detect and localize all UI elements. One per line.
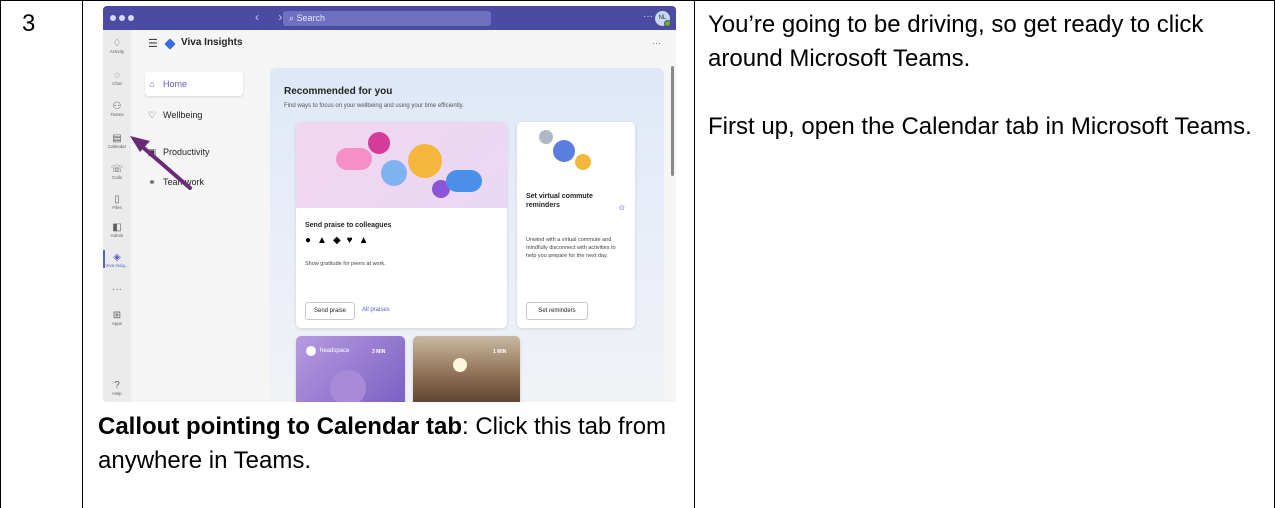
callout-arrow-shaft <box>136 141 192 190</box>
callout-arrow <box>130 136 192 190</box>
